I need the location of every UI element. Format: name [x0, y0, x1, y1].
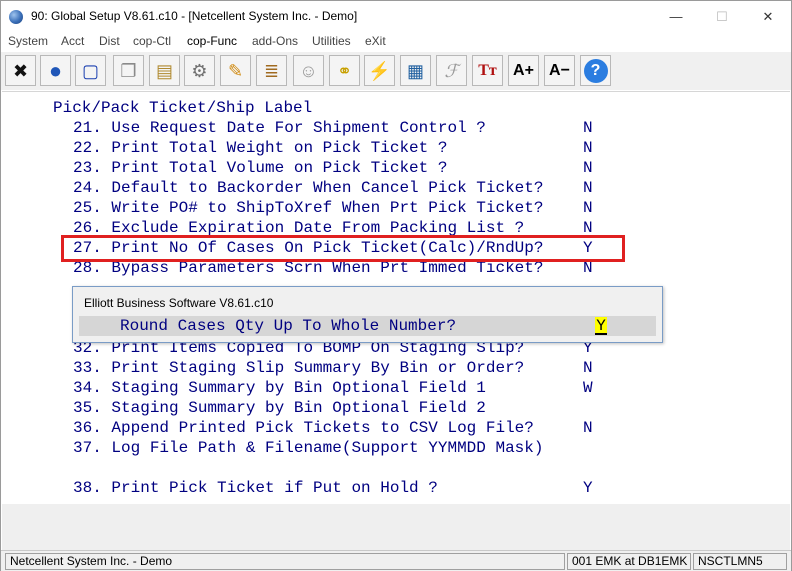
window-title: 90: Global Setup V8.61.c10 - [Netcellent… [31, 9, 358, 23]
dialog-answer-input[interactable]: Y [595, 317, 607, 335]
copy-icon[interactable]: ❐ [113, 55, 144, 86]
option-label: 38. Print Pick Ticket if Put on Hold ? [73, 479, 438, 497]
option-label: 25. Write PO# to ShipToXref When Prt Pic… [73, 199, 544, 217]
status-session: 001 EMK at DB1EMK [567, 553, 691, 570]
edit-pencil-icon[interactable]: ✎ [220, 55, 251, 86]
menu-acct[interactable]: Acct [61, 34, 84, 48]
dialog-prompt: Round Cases Qty Up To Whole Number? [120, 317, 457, 335]
section-title: Pick/Pack Ticket/Ship Label [53, 99, 313, 117]
menu-cop-ctl[interactable]: cop-Ctl [133, 34, 171, 48]
settings-gear-icon[interactable]: ⚙ [184, 55, 215, 86]
option-label: 36. Append Printed Pick Tickets to CSV L… [73, 419, 534, 437]
font-grow-icon[interactable]: A+ [508, 55, 539, 86]
option-label: 33. Print Staging Slip Summary By Bin or… [73, 359, 525, 377]
option-value[interactable]: N [583, 158, 593, 178]
option-value[interactable]: N [583, 138, 593, 158]
option-label: 35. Staging Summary by Bin Optional Fiel… [73, 399, 486, 417]
status-bar: Netcellent System Inc. - Demo 001 EMK at… [1, 550, 791, 571]
notes-icon[interactable]: ≣ [256, 55, 287, 86]
signature-icon[interactable]: ℱ [436, 55, 467, 86]
minimize-button[interactable]: — [653, 1, 699, 32]
selected-row-highlight [61, 235, 625, 262]
menu-utilities[interactable]: Utilities [312, 34, 351, 48]
option-value[interactable]: N [583, 418, 593, 438]
option-label: 24. Default to Backorder When Cancel Pic… [73, 179, 544, 197]
option-label: 34. Staging Summary by Bin Optional Fiel… [73, 379, 486, 397]
status-company: Netcellent System Inc. - Demo [5, 553, 565, 570]
menu-cop-func[interactable]: cop-Func [187, 34, 237, 48]
option-value[interactable]: W [583, 378, 593, 398]
option-value[interactable]: N [583, 358, 593, 378]
app-window: 90: Global Setup V8.61.c10 - [Netcellent… [0, 0, 792, 571]
menu-exit[interactable]: eXit [365, 34, 386, 48]
option-label: 37. Log File Path & Filename(Support YYM… [73, 439, 544, 457]
option-value[interactable]: N [583, 178, 593, 198]
font-shrink-icon[interactable]: A− [544, 55, 575, 86]
users-icon[interactable]: ☺ [293, 55, 324, 86]
app-globe-icon [9, 10, 23, 24]
toolbar: ✖ ● ▢ ❐ ▤ ⚙ ✎ ≣ ☺ ⚭ ⚡ ▦ ℱ Tт A+ A− ? [1, 52, 791, 90]
menu-add-ons[interactable]: add-Ons [252, 34, 298, 48]
paste-icon[interactable]: ▤ [149, 55, 180, 86]
dialog-prompt-field: Round Cases Qty Up To Whole Number? Y [79, 316, 656, 336]
lightning-icon[interactable]: ⚡ [364, 55, 395, 86]
menu-bar: System Acct Dist cop-Ctl cop-Func add-On… [1, 32, 791, 51]
select-box-icon[interactable]: ▢ [75, 55, 106, 86]
calendar-edit-icon[interactable]: ▦ [400, 55, 431, 86]
status-machine: NSCTLMN5 [693, 553, 787, 570]
help-icon[interactable]: ? [580, 55, 611, 86]
option-value[interactable]: Y [583, 478, 593, 498]
title-bar: 90: Global Setup V8.61.c10 - [Netcellent… [1, 1, 791, 32]
dialog-title: Elliott Business Software V8.61.c10 [84, 296, 274, 310]
screen-footer-band [2, 504, 790, 550]
close-button[interactable]: ✕ [745, 1, 791, 32]
prompt-dialog: Elliott Business Software V8.61.c10 Roun… [72, 286, 663, 343]
option-label: 23. Print Total Volume on Pick Ticket ? [73, 159, 448, 177]
close-x-icon[interactable]: ✖ [5, 55, 36, 86]
menu-system[interactable]: System [8, 34, 48, 48]
option-value[interactable]: N [583, 198, 593, 218]
option-label: 22. Print Total Weight on Pick Ticket ? [73, 139, 448, 157]
help-glyph: ? [583, 58, 608, 83]
option-value[interactable]: N [583, 118, 593, 138]
globe-icon[interactable]: ● [40, 55, 71, 86]
link-chain-icon[interactable]: ⚭ [329, 55, 360, 86]
font-size-icon[interactable]: Tт [472, 55, 503, 86]
maximize-button[interactable]: ☐ [699, 1, 745, 32]
option-label: 21. Use Request Date For Shipment Contro… [73, 119, 486, 137]
menu-dist[interactable]: Dist [99, 34, 120, 48]
